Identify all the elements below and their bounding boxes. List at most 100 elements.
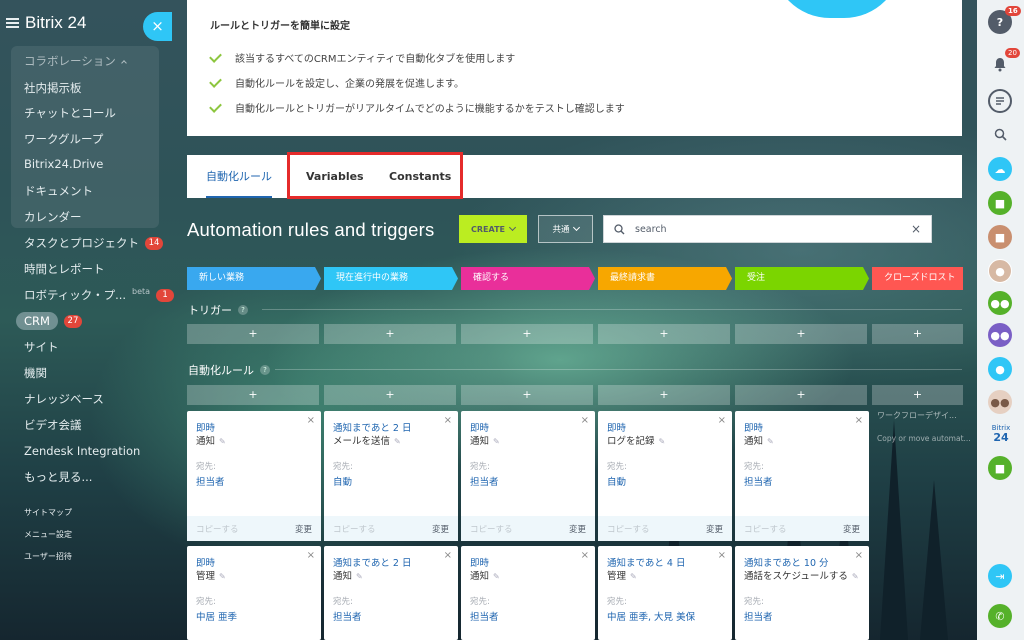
search-input[interactable] <box>635 223 901 235</box>
copy-button[interactable]: コピーする <box>607 523 650 535</box>
help-icon[interactable]: ? <box>238 305 248 315</box>
messages-button[interactable] <box>988 89 1012 113</box>
sidebar-item-newsfeed[interactable]: 社内掲示板 <box>24 80 82 96</box>
sidebar-group-collaboration[interactable]: コラボレーション <box>24 53 127 69</box>
pencil-icon[interactable]: ✎ <box>493 437 500 446</box>
rule-card[interactable]: × 即時 通知 ✎ 宛先: 担当者 コピーする 変更 <box>735 411 869 541</box>
sidebar-item-rpa[interactable]: ロボティック・プ... beta 1 <box>24 287 175 303</box>
pencil-icon[interactable]: ✎ <box>219 437 226 446</box>
add-trigger-button[interactable]: + <box>324 324 456 344</box>
close-icon[interactable]: × <box>444 415 452 426</box>
group-chat-button-2[interactable]: ●● <box>988 323 1012 347</box>
clear-search-icon[interactable]: × <box>911 222 921 236</box>
add-rule-button[interactable]: + <box>735 385 867 405</box>
help-icon[interactable]: ? <box>260 365 270 375</box>
edit-button[interactable]: 変更 <box>843 523 860 535</box>
sidebar-item-more[interactable]: もっと見る... <box>24 469 92 485</box>
rule-card[interactable]: × 即時 通知 ✎ 宛先: 担当者 コピーする 変更 <box>187 411 321 541</box>
pencil-icon[interactable]: ✎ <box>493 572 500 581</box>
sidebar-item-documents[interactable]: ドキュメント <box>24 183 93 199</box>
help-button[interactable]: ? 16 <box>988 6 1021 34</box>
rule-card[interactable]: × 通知まであと 10 分 通話をスケジュールする ✎ 宛先: 担当者 <box>735 546 869 640</box>
add-trigger-button[interactable]: + <box>187 324 319 344</box>
group-chat-button[interactable]: ●● <box>988 291 1012 315</box>
edit-button[interactable]: 変更 <box>432 523 449 535</box>
sidebar-item-crm[interactable]: CRM 27 <box>16 312 82 330</box>
close-icon[interactable]: × <box>718 415 726 426</box>
copy-move-link[interactable]: Copy or move automat... <box>877 434 971 443</box>
sidebar-item-chat[interactable]: チャットとコール <box>24 105 116 121</box>
invite-users-link[interactable]: ユーザー招待 <box>24 551 72 562</box>
sidebar-item-sites[interactable]: サイト <box>24 339 59 355</box>
close-icon[interactable]: × <box>718 550 726 561</box>
sidebar-item-zendesk[interactable]: Zendesk Integration <box>24 444 140 458</box>
edit-button[interactable]: 変更 <box>569 523 586 535</box>
copy-button[interactable]: コピーする <box>470 523 513 535</box>
contact-avatar[interactable]: ● <box>988 259 1012 283</box>
add-trigger-button[interactable]: + <box>461 324 593 344</box>
search-button[interactable] <box>988 122 1012 146</box>
common-dropdown[interactable]: 共通 <box>538 215 593 243</box>
add-trigger-button[interactable]: + <box>598 324 730 344</box>
close-menu-button[interactable]: × <box>143 12 172 41</box>
sidebar-item-knowledge-base[interactable]: ナレッジベース <box>24 391 104 407</box>
close-icon[interactable]: × <box>444 550 452 561</box>
rule-card[interactable]: × 通知まであと 2 日 メールを送信 ✎ 宛先: 自動 コピーする 変更 <box>324 411 458 541</box>
exit-button[interactable]: ⇥ <box>988 564 1012 588</box>
sidebar-item-tasks[interactable]: タスクとプロジェクト 14 <box>24 235 163 251</box>
edit-button[interactable]: 変更 <box>295 523 312 535</box>
intro-point: 該当するすべてのCRMエンティティで自動化タブを使用します <box>209 49 515 65</box>
pencil-icon[interactable]: ✎ <box>852 572 859 581</box>
tab-automation-rules[interactable]: 自動化ルール <box>206 155 272 198</box>
edit-button[interactable]: 変更 <box>706 523 723 535</box>
close-icon[interactable]: × <box>855 415 863 426</box>
close-icon[interactable]: × <box>307 415 315 426</box>
sidebar-item-video-conference[interactable]: ビデオ会議 <box>24 417 82 433</box>
add-rule-button[interactable]: + <box>461 385 593 405</box>
sidebar-item-calendar[interactable]: カレンダー <box>24 209 82 225</box>
lock-button[interactable]: ■ <box>988 456 1012 480</box>
workflow-design-link[interactable]: ワークフローデザイ... <box>877 410 957 421</box>
video-call-button[interactable]: ■ <box>988 191 1012 215</box>
bitrix24-logo[interactable]: Bitrix 24 <box>987 425 1015 444</box>
pencil-icon[interactable]: ✎ <box>767 437 774 446</box>
rule-card[interactable]: × 即時 通知 ✎ 宛先: 担当者 <box>461 546 595 640</box>
cloud-app-button[interactable]: ☁ <box>988 157 1012 181</box>
pencil-icon[interactable]: ✎ <box>394 437 401 446</box>
add-rule-button[interactable]: + <box>187 385 319 405</box>
sitemap-link[interactable]: サイトマップ <box>24 507 72 518</box>
add-trigger-button[interactable]: + <box>872 324 963 344</box>
sidebar-item-time-reports[interactable]: 時間とレポート <box>24 261 105 277</box>
pencil-icon[interactable]: ✎ <box>356 572 363 581</box>
pencil-icon[interactable]: ✎ <box>630 572 637 581</box>
rule-card[interactable]: × 通知まであと 2 日 通知 ✎ 宛先: 担当者 <box>324 546 458 640</box>
close-icon[interactable]: × <box>307 550 315 561</box>
sidebar-item-workgroups[interactable]: ワークグループ <box>24 131 103 147</box>
notifications-button[interactable]: 20 <box>988 48 1020 76</box>
close-icon[interactable]: × <box>855 550 863 561</box>
add-trigger-button[interactable]: + <box>735 324 867 344</box>
menu-settings-link[interactable]: メニュー設定 <box>24 529 72 540</box>
copy-button[interactable]: コピーする <box>196 523 239 535</box>
menu-icon[interactable] <box>6 18 19 28</box>
sidebar-item-company[interactable]: 機関 <box>24 365 47 381</box>
add-rule-button[interactable]: + <box>324 385 456 405</box>
rule-card[interactable]: × 通知まであと 4 日 管理 ✎ 宛先: 中居 亜季, 大見 美保 <box>598 546 732 640</box>
close-icon[interactable]: × <box>581 550 589 561</box>
video-call-button-2[interactable]: ■ <box>988 225 1012 249</box>
contact-avatar-2[interactable]: ●● <box>988 390 1012 414</box>
copy-button[interactable]: コピーする <box>333 523 376 535</box>
add-rule-button[interactable]: + <box>598 385 730 405</box>
pencil-icon[interactable]: ✎ <box>659 437 666 446</box>
create-button[interactable]: CREATE <box>459 215 527 243</box>
rule-card[interactable]: × 即時 ログを記録 ✎ 宛先: 自動 コピーする 変更 <box>598 411 732 541</box>
phone-button[interactable]: ✆ <box>988 604 1012 628</box>
rule-card[interactable]: × 即時 管理 ✎ 宛先: 中居 亜季 <box>187 546 321 640</box>
close-icon[interactable]: × <box>581 415 589 426</box>
copy-button[interactable]: コピーする <box>744 523 787 535</box>
contact-add-button[interactable]: ● <box>988 357 1012 381</box>
add-rule-button[interactable]: + <box>872 385 963 405</box>
pencil-icon[interactable]: ✎ <box>219 572 226 581</box>
rule-card[interactable]: × 即時 通知 ✎ 宛先: 担当者 コピーする 変更 <box>461 411 595 541</box>
sidebar-item-drive[interactable]: Bitrix24.Drive <box>24 157 103 171</box>
